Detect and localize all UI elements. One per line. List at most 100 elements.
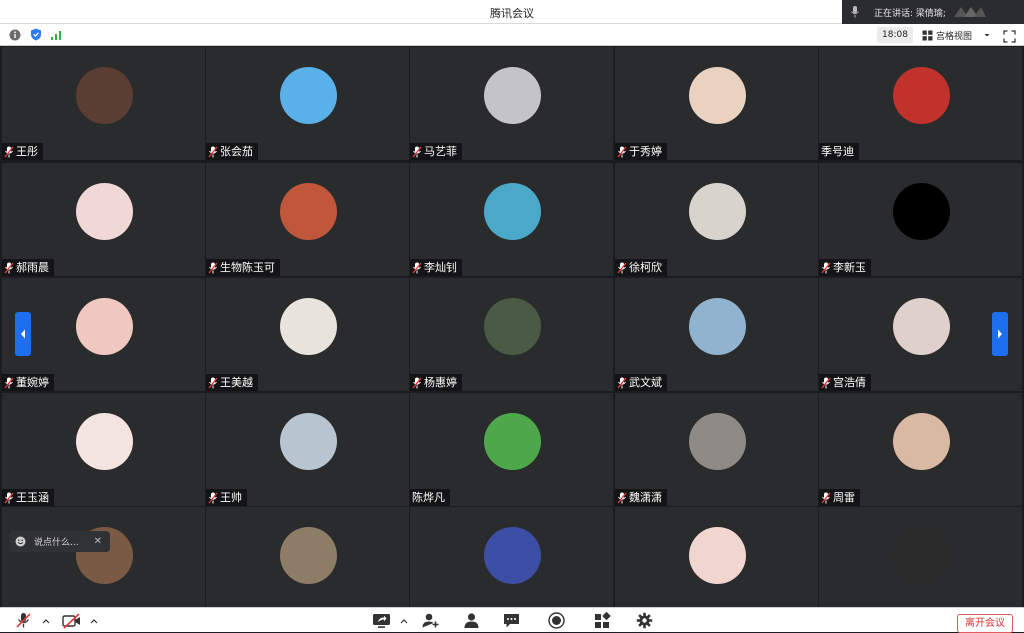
participant-tile[interactable]: 郝雨晨: [2, 163, 205, 276]
previous-page-button[interactable]: [15, 312, 31, 356]
chat-placeholder: 说点什么...: [34, 538, 79, 548]
participant-tile[interactable]: 生物陈玉可: [206, 163, 409, 276]
participant-name: 杨惠婷: [424, 376, 457, 389]
participant-tile[interactable]: 王玉涵: [2, 393, 205, 506]
participant-name: 武文斌: [629, 376, 662, 389]
muted-mic-icon: [208, 262, 218, 273]
participant-name-tag: 张会茄: [206, 143, 258, 160]
muted-mic-icon: [821, 262, 831, 273]
participant-tile[interactable]: 徐柯欣: [615, 163, 818, 276]
muted-mic-icon: [412, 262, 422, 273]
chevron-left-icon: [21, 329, 25, 339]
avatar: [484, 67, 541, 124]
close-icon[interactable]: ✕: [94, 536, 102, 547]
participant-tile[interactable]: 周雷: [819, 393, 1022, 506]
participant-tile[interactable]: 于秀婷: [615, 47, 818, 160]
avatar: [280, 298, 337, 355]
participants-icon[interactable]: [462, 612, 481, 629]
avatar: [484, 298, 541, 355]
avatar: [893, 183, 950, 240]
signal-strength-icon[interactable]: [49, 28, 62, 41]
participant-tile[interactable]: [206, 507, 409, 607]
apps-icon[interactable]: [593, 612, 612, 629]
participant-name: 宫浩倩: [833, 376, 866, 389]
speaking-label: 正在讲话: 梁倩瑜;: [874, 8, 946, 19]
info-icon[interactable]: [8, 28, 21, 41]
audio-options-caret-icon[interactable]: [41, 612, 51, 629]
record-icon[interactable]: [547, 612, 566, 629]
meeting-time: 18:08: [877, 27, 913, 43]
participant-tile[interactable]: 武文斌: [615, 278, 818, 391]
participant-tile[interactable]: 董婉婷: [2, 278, 205, 391]
participant-grid: 王彤 张会茄 马艺菲 于秀婷 季号迪郝雨晨 生物陈玉可 李灿钊 徐柯欣 李新玉董婉婷 王美越 杨惠婷…: [0, 47, 1024, 607]
participant-tile[interactable]: 李新玉: [819, 163, 1022, 276]
participant-tile[interactable]: [2, 507, 205, 607]
speaking-mic-icon: [851, 6, 859, 18]
participant-tile[interactable]: 王彤: [2, 47, 205, 160]
tencent-meeting-logo-icon: [954, 7, 986, 17]
grid-view-icon: [922, 30, 933, 40]
muted-mic-icon: [412, 146, 422, 157]
participant-name: 周雷: [833, 491, 855, 504]
participant-name-tag: 李灿钊: [410, 259, 462, 276]
top-toolbar: 18:08 宫格视图: [0, 24, 1024, 46]
participant-name-tag: 李新玉: [819, 259, 871, 276]
chat-input[interactable]: 说点什么... ✕: [9, 531, 110, 552]
participant-name-tag: 王玉涵: [2, 489, 54, 506]
participant-name: 王玉涵: [16, 491, 49, 504]
title-bar: 腾讯会议 正在讲话: 梁倩瑜;: [0, 0, 1024, 24]
fullscreen-icon[interactable]: [1003, 28, 1016, 43]
avatar: [280, 67, 337, 124]
participant-name: 王彤: [16, 145, 38, 158]
muted-mic-icon: [208, 492, 218, 503]
video-options-caret-icon[interactable]: [89, 612, 99, 629]
participant-tile[interactable]: 魏潇潇: [615, 393, 818, 506]
security-shield-icon[interactable]: [29, 28, 42, 41]
participant-tile[interactable]: 张会茄: [206, 47, 409, 160]
muted-mic-icon: [208, 377, 218, 388]
share-screen-icon[interactable]: [372, 612, 391, 629]
emoji-icon[interactable]: [15, 536, 26, 547]
participant-name: 郝雨晨: [16, 261, 49, 274]
avatar: [689, 527, 746, 584]
participant-name: 王帅: [220, 491, 242, 504]
participant-name: 生物陈玉可: [220, 261, 275, 274]
participant-tile[interactable]: 季号迪: [819, 47, 1022, 160]
muted-mic-icon: [617, 377, 627, 388]
muted-mic-icon: [821, 377, 831, 388]
participant-name: 徐柯欣: [629, 261, 662, 274]
muted-mic-icon: [4, 262, 14, 273]
settings-gear-icon[interactable]: [635, 612, 654, 629]
share-options-caret-icon[interactable]: [399, 612, 409, 629]
participant-name-tag: 季号迪: [819, 143, 859, 160]
grid-view-button[interactable]: 宫格视图: [922, 27, 994, 43]
participant-tile[interactable]: 马艺菲: [410, 47, 613, 160]
leave-meeting-button[interactable]: 离开会议: [957, 614, 1013, 633]
participant-name-tag: 董婉婷: [2, 374, 54, 391]
participant-name-tag: 于秀婷: [615, 143, 667, 160]
next-page-button[interactable]: [992, 312, 1008, 356]
mute-microphone-icon[interactable]: [14, 612, 33, 629]
participant-name-tag: 武文斌: [615, 374, 667, 391]
chat-icon[interactable]: [502, 612, 521, 629]
participant-name: 张会茄: [220, 145, 253, 158]
avatar: [76, 298, 133, 355]
participant-name: 季号迪: [821, 145, 854, 158]
muted-mic-icon: [617, 492, 627, 503]
participant-tile[interactable]: 杨惠婷: [410, 278, 613, 391]
avatar: [280, 413, 337, 470]
participant-name: 李灿钊: [424, 261, 457, 274]
stop-video-icon[interactable]: [62, 612, 81, 629]
avatar: [280, 183, 337, 240]
participant-name-tag: 周雷: [819, 489, 860, 506]
participant-tile[interactable]: [615, 507, 818, 607]
invite-icon[interactable]: [421, 612, 440, 629]
participant-tile[interactable]: 李灿钊: [410, 163, 613, 276]
participant-tile[interactable]: [819, 507, 1022, 607]
participant-tile[interactable]: 王帅: [206, 393, 409, 506]
participant-tile[interactable]: 陈烨凡: [410, 393, 613, 506]
participant-tile[interactable]: [410, 507, 613, 607]
participant-tile[interactable]: 王美越: [206, 278, 409, 391]
avatar: [893, 298, 950, 355]
participant-name-tag: 郝雨晨: [2, 259, 54, 276]
